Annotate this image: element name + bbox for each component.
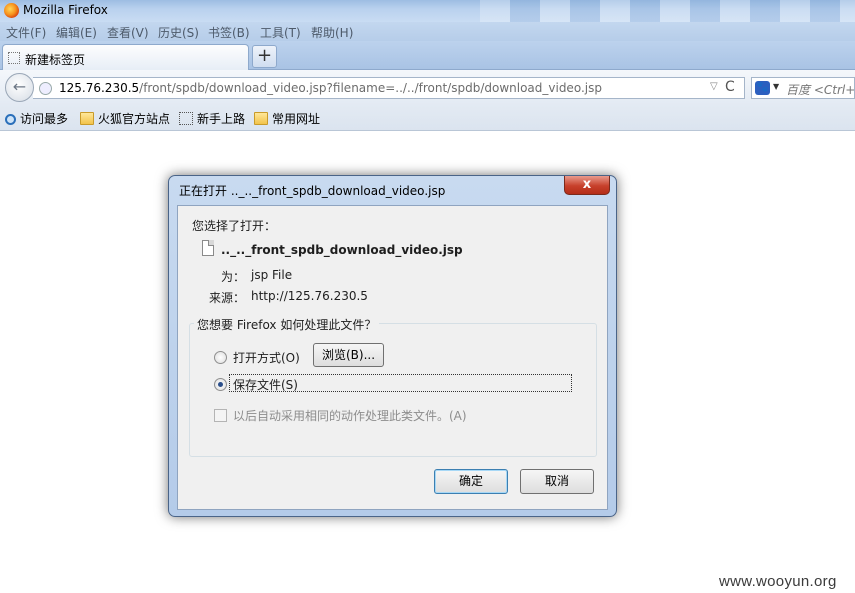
file-source-value: http://125.76.230.5 (251, 289, 368, 303)
url-host: 125.76.230.5 (59, 81, 140, 95)
open-with-radio[interactable] (214, 351, 227, 364)
tab-new-tab[interactable]: 新建标签页 (2, 44, 249, 71)
bookmark-label: 新手上路 (197, 112, 246, 126)
search-placeholder: 百度 <Ctrl+K> (786, 83, 855, 97)
bookmark-getting-started[interactable]: 新手上路 (179, 110, 245, 127)
browse-button[interactable]: 浏览(B)... (313, 343, 384, 367)
ok-button[interactable]: 确定 (434, 469, 508, 494)
save-file-text: 保存文件(S) (233, 378, 298, 392)
bookmarks-toolbar: 访问最多 火狐官方站点 新手上路 常用网址 (0, 105, 855, 131)
reload-icon[interactable]: C (725, 79, 735, 95)
menu-file[interactable]: 文件(F) (6, 24, 46, 41)
open-with-text: 打开方式(O) (233, 351, 300, 365)
dialog-title: 正在打开 .._.._front_spdb_download_video.jsp (179, 184, 446, 198)
blank-page-icon (179, 112, 193, 125)
bookmark-label: 火狐官方站点 (98, 112, 171, 126)
dialog-close-button[interactable]: x (564, 176, 610, 195)
menu-tools[interactable]: 工具(T) (260, 24, 301, 41)
watermark: www.wooyun.org (719, 573, 837, 590)
menu-help[interactable]: 帮助(H) (311, 24, 353, 41)
save-file-label[interactable]: 保存文件(S) (233, 376, 298, 393)
menu-view[interactable]: 查看(V) (107, 24, 149, 41)
tab-label: 新建标签页 (25, 53, 86, 67)
globe-icon (39, 82, 52, 95)
dialog-prompt: 您选择了打开： (192, 219, 277, 233)
tab-bar: 新建标签页 + (0, 41, 855, 71)
remember-action-label: 以后自动采用相同的动作处理此类文件。(A) (233, 409, 467, 423)
blank-page-icon (8, 52, 20, 64)
file-name: .._.._front_spdb_download_video.jsp (221, 243, 463, 257)
bookmark-common-sites[interactable]: 常用网址 (254, 110, 320, 127)
dialog-body: 您选择了打开： .._.._front_spdb_download_video.… (177, 205, 608, 510)
remember-action-checkbox[interactable] (214, 409, 227, 422)
search-bar[interactable]: 🐾 ▼ 百度 <Ctrl+K> (751, 77, 855, 99)
menu-bar: 文件(F) 编辑(E) 查看(V) 历史(S) 书签(B) 工具(T) 帮助(H… (0, 22, 855, 41)
action-question: 您想要 Firefox 如何处理此文件？ (194, 316, 380, 333)
new-tab-button[interactable]: + (252, 45, 277, 68)
back-button[interactable]: ← (5, 73, 34, 102)
download-dialog: 正在打开 .._.._front_spdb_download_video.jsp… (168, 175, 617, 517)
navigation-bar: 125.76.230.5/front/spdb/download_video.j… (0, 70, 855, 105)
firefox-logo-icon (4, 3, 19, 18)
bookmark-firefox-official[interactable]: 火狐官方站点 (80, 110, 170, 127)
file-type-value: jsp File (251, 268, 293, 282)
open-with-label[interactable]: 打开方式(O) (233, 349, 300, 366)
url-bar[interactable]: 125.76.230.5/front/spdb/download_video.j… (33, 77, 745, 99)
baidu-paw-icon[interactable]: 🐾 (755, 81, 770, 95)
bookmark-label: 常用网址 (272, 112, 321, 126)
url-history-dropdown-icon[interactable]: ▽ (710, 81, 718, 92)
url-path: /front/spdb/download_video.jsp?filename=… (139, 81, 602, 95)
menu-bookmarks[interactable]: 书签(B) (208, 24, 250, 41)
menu-edit[interactable]: 编辑(E) (56, 24, 97, 41)
bookmark-most-visited[interactable]: 访问最多 (5, 110, 68, 127)
bookmark-label: 访问最多 (20, 112, 69, 126)
title-bar-background (480, 0, 855, 22)
window-title-bar: Mozilla Firefox (0, 0, 855, 22)
save-file-radio[interactable] (214, 378, 227, 391)
url-text: 125.76.230.5/front/spdb/download_video.j… (59, 81, 602, 95)
search-engine-caret-icon[interactable]: ▼ (773, 82, 779, 91)
menu-history[interactable]: 历史(S) (158, 24, 199, 41)
most-visited-icon (5, 114, 16, 125)
folder-icon (254, 112, 268, 125)
cancel-button[interactable]: 取消 (520, 469, 594, 494)
file-type-label: 为： (220, 270, 245, 284)
folder-icon (80, 112, 94, 125)
file-icon (202, 240, 214, 256)
window-title: Mozilla Firefox (23, 3, 108, 17)
file-source-label: 来源： (209, 291, 246, 305)
